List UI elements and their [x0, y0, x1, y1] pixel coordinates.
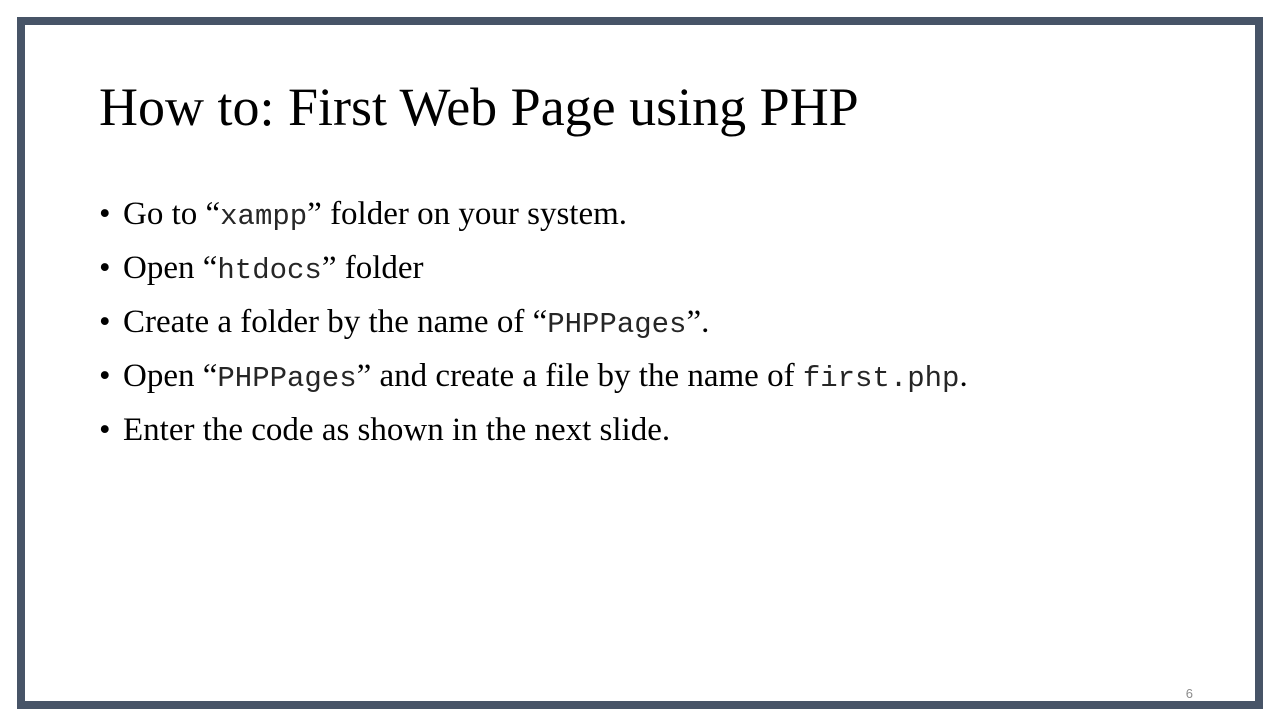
bullet-text: ” folder on your system.: [307, 196, 628, 232]
bullet-text: Open “: [123, 358, 218, 394]
bullet-list: • Go to “xampp” folder on your system. •…: [99, 195, 968, 465]
bullet-text: Open “: [123, 250, 218, 286]
page-number: 6: [1185, 686, 1193, 701]
bullet-item: • Create a folder by the name of “PHPPag…: [99, 303, 968, 357]
bullet-item: • Open “PHPPages” and create a file by t…: [99, 357, 968, 411]
bullet-text: Enter the code as shown in the next slid…: [123, 412, 671, 448]
bullet-point-icon: •: [99, 304, 111, 340]
folder-name-code: PHPPages: [547, 308, 687, 341]
bullet-point-icon: •: [99, 412, 111, 448]
bullet-text: Create a folder by the name of “: [123, 304, 548, 340]
bullet-point-icon: •: [99, 358, 111, 394]
bullet-text: .: [959, 358, 968, 394]
slide: How to: First Web Page using PHP • Go to…: [17, 17, 1263, 709]
bullet-text: ” and create a file by the name of: [356, 358, 803, 394]
slide-title: How to: First Web Page using PHP: [99, 77, 859, 137]
file-name-code: first.php: [802, 362, 960, 395]
bullet-item: • Go to “xampp” folder on your system.: [99, 195, 968, 249]
folder-name-code: htdocs: [217, 254, 322, 287]
folder-name-code: xampp: [220, 200, 308, 233]
bullet-text: ” folder: [321, 250, 424, 286]
bullet-text: Go to “: [123, 196, 221, 232]
bullet-point-icon: •: [99, 196, 111, 232]
folder-name-code: PHPPages: [217, 362, 357, 395]
bullet-text: ”.: [686, 304, 710, 340]
bullet-item: • Open “htdocs” folder: [99, 249, 968, 303]
bullet-item: • Enter the code as shown in the next sl…: [99, 411, 968, 465]
bullet-point-icon: •: [99, 250, 111, 286]
